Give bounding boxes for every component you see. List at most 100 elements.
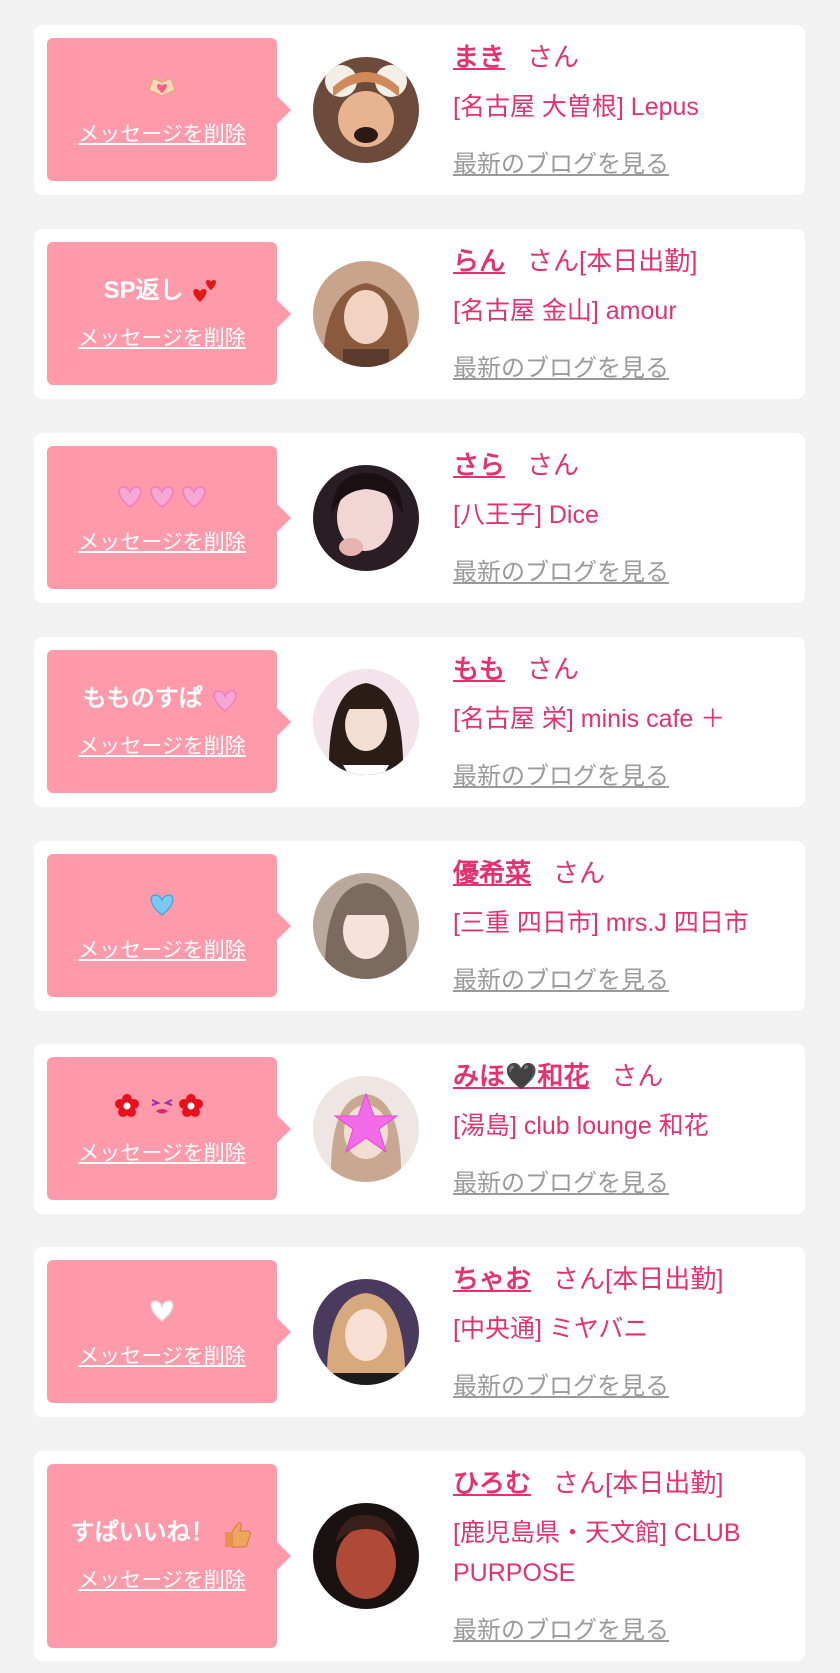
- delete-message-link[interactable]: メッセージを削除: [78, 1340, 246, 1370]
- delete-message-link[interactable]: メッセージを削除: [78, 322, 246, 352]
- latest-blog-link[interactable]: 最新のブログを見る: [453, 960, 669, 995]
- avatar-image: [313, 1279, 419, 1385]
- message-text: [114, 480, 210, 510]
- message-card: すぱいいね！ メッセージを削除 ひろむ さん[本日出勤] [鹿児島県・天文館] C…: [34, 1451, 805, 1661]
- flower-kiss-icon: [115, 1094, 203, 1118]
- avatar[interactable]: [313, 465, 419, 571]
- message-text: [146, 888, 178, 918]
- cast-info: ちゃお さん[本日出勤] [中央通] ミヤバニ 最新のブログを見る: [453, 1247, 795, 1417]
- status-badge: [本日出勤]: [579, 246, 698, 276]
- shop-name: [中央通] ミヤバニ: [453, 1315, 649, 1343]
- honorific: さん: [527, 42, 580, 72]
- cast-info: もも さん [名古屋 栄] minis cafe ＋ 最新のブログを見る: [453, 637, 795, 807]
- white-heart-icon: [150, 1300, 174, 1323]
- cast-name-link[interactable]: もも: [453, 654, 505, 684]
- delete-message-link[interactable]: メッセージを削除: [78, 730, 246, 760]
- honorific: さん: [527, 450, 580, 480]
- message-card: メッセージを削除 まき さん [名古屋 大曽根] Lepus 最新のブログを見る: [34, 25, 805, 195]
- cast-info: 優希菜 さん [三重 四日市] mrs.J 四日市 最新のブログを見る: [453, 841, 795, 1011]
- message-bubble: もものすぱ メッセージを削除: [47, 650, 291, 793]
- cast-name-link[interactable]: みほ🖤和花: [453, 1061, 589, 1091]
- cast-name-link[interactable]: ちゃお: [453, 1264, 531, 1294]
- name-line: 優希菜 さん: [453, 857, 605, 889]
- shop-name: [名古屋 金山] amour: [453, 297, 677, 325]
- message-card: メッセージを削除 優希菜 さん [三重 四日市] mrs.J 四日市 最新のブログ…: [34, 841, 805, 1011]
- cast-info: まき さん [名古屋 大曽根] Lepus 最新のブログを見る: [453, 25, 795, 195]
- delete-message-link[interactable]: メッセージを削除: [78, 526, 246, 556]
- blue-heart-icon: [150, 894, 174, 917]
- name-line: さら さん: [453, 449, 579, 481]
- message-card: メッセージを削除 みほ🖤和花 さん [湯島] club lounge 和花 最新の…: [34, 1044, 805, 1214]
- message-text: すぱいいね！: [71, 1518, 254, 1548]
- avatar-image: [313, 261, 419, 367]
- message-bubble: メッセージを削除: [47, 854, 291, 997]
- delete-message-link[interactable]: メッセージを削除: [78, 1137, 246, 1167]
- avatar-image: [313, 1503, 419, 1609]
- avatar[interactable]: [313, 1279, 419, 1385]
- status-badge: [本日出勤]: [605, 1468, 724, 1498]
- two-hearts-icon: [193, 280, 217, 303]
- avatar-image: [313, 465, 419, 571]
- shop-name: [名古屋 大曽根] Lepus: [453, 93, 699, 121]
- avatar[interactable]: [313, 873, 419, 979]
- name-line: ちゃお さん[本日出勤]: [453, 1263, 723, 1295]
- avatar-image: [313, 669, 419, 775]
- name-line: らん さん[本日出勤]: [453, 245, 697, 277]
- shop-name: [名古屋 栄] minis cafe ＋: [453, 705, 726, 733]
- message-bubble: メッセージを削除: [47, 446, 291, 589]
- message-bubble: メッセージを削除: [47, 38, 291, 181]
- honorific: さん: [553, 1468, 606, 1498]
- honorific: さん: [553, 1264, 606, 1294]
- shop-name: [八王子] Dice: [453, 501, 599, 529]
- pink-heart-icon: [213, 690, 237, 713]
- cast-info: さら さん [八王子] Dice 最新のブログを見る: [453, 433, 795, 603]
- delete-message-link[interactable]: メッセージを削除: [78, 118, 246, 148]
- avatar-image: [313, 1076, 419, 1182]
- avatar[interactable]: [313, 57, 419, 163]
- avatar[interactable]: [313, 261, 419, 367]
- delete-message-link[interactable]: メッセージを削除: [78, 1564, 246, 1594]
- avatar-image: [313, 57, 419, 163]
- cast-info: みほ🖤和花 さん [湯島] club lounge 和花 最新のブログを見る: [453, 1044, 795, 1214]
- avatar-image: [313, 873, 419, 979]
- honorific: さん: [553, 858, 606, 888]
- latest-blog-link[interactable]: 最新のブログを見る: [453, 552, 669, 587]
- name-line: ひろむ さん[本日出勤]: [453, 1467, 723, 1499]
- message-list: メッセージを削除 まき さん [名古屋 大曽根] Lepus 最新のブログを見る …: [0, 0, 840, 1673]
- latest-blog-link[interactable]: 最新のブログを見る: [453, 144, 669, 179]
- cast-info: ひろむ さん[本日出勤] [鹿児島県・天文館] CLUB PURPOSE 最新のブ…: [453, 1451, 795, 1661]
- three-pink-hearts-icon: [118, 486, 206, 509]
- cast-name-link[interactable]: らん: [453, 246, 505, 276]
- cast-name-link[interactable]: さら: [453, 450, 505, 480]
- thumbs-up-icon: [225, 1521, 252, 1548]
- latest-blog-link[interactable]: 最新のブログを見る: [453, 1610, 669, 1645]
- name-line: みほ🖤和花 さん: [453, 1060, 663, 1092]
- message-text: [112, 1091, 212, 1121]
- name-line: もも さん: [453, 653, 579, 685]
- honorific: さん: [527, 246, 580, 276]
- avatar[interactable]: [313, 1503, 419, 1609]
- message-bubble: すぱいいね！ メッセージを削除: [47, 1464, 291, 1648]
- message-card: メッセージを削除 ちゃお さん[本日出勤] [中央通] ミヤバニ 最新のブログを見…: [34, 1247, 805, 1417]
- delete-message-link[interactable]: メッセージを削除: [78, 934, 246, 964]
- heart-hands-icon: [148, 77, 176, 97]
- latest-blog-link[interactable]: 最新のブログを見る: [453, 756, 669, 791]
- latest-blog-link[interactable]: 最新のブログを見る: [453, 348, 669, 383]
- latest-blog-link[interactable]: 最新のブログを見る: [453, 1163, 669, 1198]
- shop-name: [湯島] club lounge 和花: [453, 1112, 709, 1140]
- avatar[interactable]: [313, 669, 419, 775]
- honorific: さん: [527, 654, 580, 684]
- message-text: [146, 1294, 178, 1324]
- message-card: メッセージを削除 さら さん [八王子] Dice 最新のブログを見る: [34, 433, 805, 603]
- latest-blog-link[interactable]: 最新のブログを見る: [453, 1366, 669, 1401]
- message-bubble: SP返し メッセージを削除: [47, 242, 291, 385]
- cast-name-link[interactable]: 優希菜: [453, 858, 531, 888]
- message-card: もものすぱ メッセージを削除 もも さん [名古屋 栄] minis cafe ＋…: [34, 637, 805, 807]
- cast-name-link[interactable]: まき: [453, 42, 505, 72]
- message-text: SP返し: [104, 276, 221, 306]
- cast-name-link[interactable]: ひろむ: [453, 1468, 531, 1498]
- message-bubble: メッセージを削除: [47, 1260, 291, 1403]
- avatar[interactable]: [313, 1076, 419, 1182]
- message-text: [145, 72, 179, 102]
- message-bubble: メッセージを削除: [47, 1057, 291, 1200]
